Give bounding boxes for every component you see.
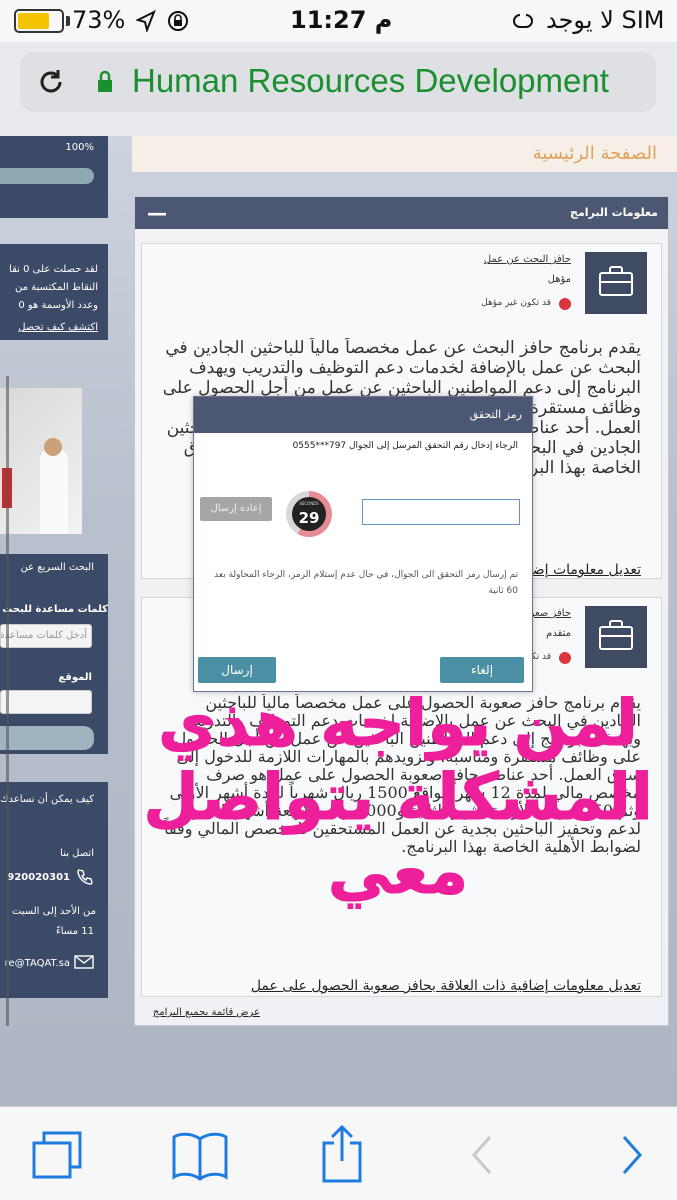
keywords-input[interactable]: أدخل كلمات مساعدة (0, 624, 92, 648)
dialog-title: رمز التحقق (469, 408, 522, 421)
forward-icon[interactable] (618, 1133, 646, 1177)
points-text: لقد حصلت على 0 نقا (9, 264, 98, 275)
overlay-caption: لمن يواجه هذي (157, 687, 639, 761)
timer-label: SECONDS (299, 501, 319, 506)
address-bar[interactable]: Human Resources Development (20, 52, 656, 112)
warning-dot-icon (559, 298, 571, 310)
programs-header: معلومات البرامج — (135, 197, 668, 229)
verification-code-input[interactable] (362, 499, 520, 525)
program-name-link[interactable]: حافز البحث عن عمل (484, 254, 571, 265)
send-button[interactable]: إرسال (198, 657, 276, 683)
quick-search-panel: البحث السريع عن كلمات مساعدة للبحث أدخل … (0, 554, 108, 754)
countdown-timer: SECONDS 29 (286, 491, 332, 537)
share-icon[interactable] (318, 1123, 366, 1185)
clock: 11:27 م (290, 6, 393, 34)
dialog-header: رمز التحقق (194, 397, 532, 433)
status-bar: 73% 11:27 م لا يوجد SIM (0, 0, 677, 42)
location-select[interactable] (0, 690, 92, 714)
working-hours: 11 مساءً (56, 926, 94, 937)
rotation-lock-icon (168, 11, 188, 31)
quick-search-title: البحث السريع عن (20, 562, 94, 573)
collapse-button[interactable]: — (147, 201, 167, 225)
link-icon (513, 14, 533, 28)
scrollbar[interactable] (6, 376, 9, 1026)
help-title: كيف يمكن أن نساعدك (0, 794, 94, 805)
url-text[interactable]: Human Resources Development (132, 62, 647, 100)
briefcase-icon (585, 606, 647, 668)
phone-number[interactable]: 920020301 (7, 872, 70, 883)
battery-icon (14, 9, 64, 33)
discover-link[interactable]: اكتشف كيف تحصل (18, 322, 98, 333)
working-hours: من الأحد إلى السبت (11, 906, 96, 917)
points-text: النقاط المكتسبة من (15, 282, 98, 293)
briefcase-icon (585, 252, 647, 314)
back-icon[interactable] (468, 1133, 496, 1177)
progress-bar (0, 168, 94, 184)
points-panel: لقد حصلت على 0 نقا النقاط المكتسبة من وع… (0, 244, 108, 340)
sidebar: 100% لقد حصلت على 0 نقا النقاط المكتسبة … (0, 136, 108, 1006)
search-button[interactable] (0, 726, 94, 750)
cancel-button[interactable]: إلغاء (440, 657, 524, 683)
contact-label: اتصل بنا (60, 848, 94, 859)
view-all-programs-link[interactable]: عرض قائمة بجميع البرامج (153, 1007, 260, 1018)
program-status: مؤهل (547, 274, 571, 285)
carrier: لا يوجد SIM (546, 6, 665, 34)
keywords-label: كلمات مساعدة للبحث (2, 604, 108, 615)
browser-toolbar (0, 1106, 677, 1200)
timer-value: 29 (298, 509, 320, 527)
promo-image[interactable] (0, 388, 82, 534)
dialog-instruction: الرجاء إدخال رقم التحقق المرسل إلى الجوا… (292, 441, 518, 451)
battery-percent: 73% (72, 6, 126, 34)
progress-percent: 100% (65, 142, 94, 153)
overlay-caption: معي (327, 835, 469, 909)
location-label: الموقع (58, 672, 92, 683)
eligibility-warning: قد تكون غير مؤهل (481, 298, 551, 308)
help-panel: كيف يمكن أن نساعدك اتصل بنا 920020301 من… (0, 782, 108, 998)
tabs-icon[interactable] (30, 1129, 86, 1181)
overlay-caption: المشكلة يتواصل (143, 761, 654, 835)
phone-icon (77, 869, 93, 885)
points-text: وعدد الأوسمة هو 0 (18, 300, 98, 311)
program-status: متقدم (546, 628, 571, 639)
reload-icon[interactable] (36, 67, 66, 97)
verification-dialog: رمز التحقق الرجاء إدخال رقم التحقق المرس… (193, 396, 533, 692)
lock-icon (98, 70, 112, 92)
warning-dot-icon (559, 652, 571, 664)
resend-button[interactable]: إعادة إرسال (200, 497, 272, 521)
edit-info-link[interactable]: تعديل معلومات إضافية ذات العلاقة بحافز ص… (251, 978, 641, 994)
dialog-note: تم إرسال رمز التحقق الى الجوال، في حال ع… (214, 570, 518, 596)
home-link[interactable]: الصفحة الرئيسية (533, 143, 657, 164)
bookmarks-icon[interactable] (170, 1131, 230, 1181)
breadcrumb: الصفحة الرئيسية (132, 136, 677, 172)
location-icon (136, 10, 156, 32)
mail-icon (74, 955, 94, 969)
progress-panel: 100% (0, 136, 108, 218)
programs-title: معلومات البرامج (570, 206, 658, 219)
email-link[interactable]: re@TAQAT.sa (5, 958, 70, 969)
